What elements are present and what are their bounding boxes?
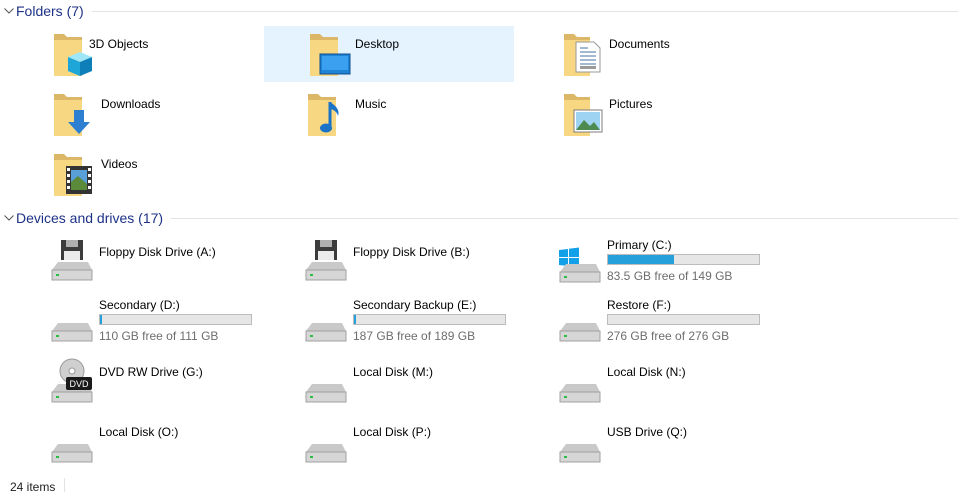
chevron-down-icon[interactable] [2, 207, 16, 229]
folder-label: Videos [101, 157, 138, 171]
dvd-drive-icon: DVD [51, 358, 93, 403]
folder-label: Pictures [609, 97, 653, 111]
drive-tile-o[interactable]: Local Disk (O:) [48, 418, 298, 474]
drive-label: Local Disk (N:) [607, 365, 686, 379]
music-icon [308, 94, 339, 136]
videos-icon [54, 154, 92, 196]
windows-drive-icon [559, 247, 601, 283]
dvd-badge: DVD [69, 379, 89, 389]
hard-drive-icon [559, 323, 601, 342]
drive-label: Secondary (D:) [99, 298, 180, 312]
desktop-icon [310, 34, 351, 76]
capacity-fill [354, 315, 356, 324]
folder-label: 3D Objects [89, 37, 149, 51]
floppy-drive-icon [305, 240, 347, 281]
capacity-bar [99, 314, 252, 325]
folder-tile-documents[interactable]: Documents [560, 26, 810, 82]
drives-group-title: Devices and drives (17) [16, 210, 164, 226]
folder-tile-music[interactable]: Music [306, 86, 556, 142]
hard-drive-icon [305, 384, 347, 403]
drive-label: Restore (F:) [607, 298, 672, 312]
drive-tile-n[interactable]: Local Disk (N:) [556, 358, 806, 414]
3d-objects-icon [54, 34, 92, 76]
hard-drive-icon [51, 323, 93, 342]
drive-tile-g[interactable]: DVD DVD RW Drive (G:) [48, 358, 298, 414]
drive-label: USB Drive (Q:) [607, 425, 688, 439]
status-divider [64, 478, 65, 492]
drive-tile-f[interactable]: Restore (F:) 276 GB free of 276 GB [556, 297, 806, 353]
capacity-bar [607, 254, 760, 265]
drive-label: Floppy Disk Drive (A:) [99, 245, 216, 259]
folder-label: Music [355, 97, 387, 111]
drive-tile-a[interactable]: Floppy Disk Drive (A:) [48, 238, 298, 294]
drive-tile-q[interactable]: USB Drive (Q:) [556, 418, 806, 474]
drive-label: Primary (C:) [607, 238, 672, 252]
floppy-drive-icon [51, 240, 93, 281]
hard-drive-icon [305, 323, 347, 342]
drive-label: Secondary Backup (E:) [353, 298, 477, 312]
capacity-fill [608, 255, 675, 264]
hard-drive-icon [51, 444, 93, 463]
group-divider [171, 217, 958, 219]
folder-label: Downloads [101, 97, 161, 111]
free-space-text: 83.5 GB free of 149 GB [607, 269, 733, 283]
folder-tile-desktop[interactable]: Desktop [264, 26, 514, 82]
documents-icon [564, 34, 601, 76]
drive-tile-d[interactable]: Secondary (D:) 110 GB free of 111 GB [48, 297, 298, 353]
drive-tile-e[interactable]: Secondary Backup (E:) 187 GB free of 189… [302, 297, 552, 353]
drive-tile-c[interactable]: Primary (C:) 83.5 GB free of 149 GB [556, 238, 806, 294]
drive-tile-m[interactable]: Local Disk (M:) [302, 358, 552, 414]
drive-tile-p[interactable]: Local Disk (P:) [302, 418, 552, 474]
drive-tile-b[interactable]: Floppy Disk Drive (B:) [302, 238, 552, 294]
downloads-icon [54, 94, 90, 136]
drive-label: Local Disk (P:) [353, 425, 432, 439]
folders-group-header[interactable]: Folders (7) [0, 0, 958, 22]
hard-drive-icon [559, 444, 601, 463]
folder-tile-pictures[interactable]: Pictures [560, 86, 810, 142]
free-space-text: 276 GB free of 276 GB [607, 329, 730, 343]
drives-group-header[interactable]: Devices and drives (17) [0, 207, 958, 229]
drive-label: Floppy Disk Drive (B:) [353, 245, 470, 259]
free-space-text: 187 GB free of 189 GB [353, 329, 476, 343]
folder-tile-downloads[interactable]: Downloads [52, 86, 302, 142]
hard-drive-icon [305, 444, 347, 463]
folders-group-title: Folders (7) [16, 3, 84, 19]
hard-drive-icon [559, 384, 601, 403]
capacity-fill [100, 315, 102, 324]
free-space-text: 110 GB free of 111 GB [99, 329, 219, 343]
drive-label: Local Disk (O:) [99, 425, 179, 439]
chevron-down-icon[interactable] [2, 0, 16, 22]
capacity-bar [607, 314, 760, 325]
folder-tile-videos[interactable]: Videos [52, 146, 302, 202]
drive-label: Local Disk (M:) [353, 365, 434, 379]
drive-label: DVD RW Drive (G:) [99, 365, 203, 379]
folder-label: Documents [609, 37, 670, 51]
pictures-icon [564, 94, 603, 136]
capacity-bar [353, 314, 506, 325]
group-divider [91, 10, 958, 12]
folder-label: Desktop [355, 37, 400, 51]
